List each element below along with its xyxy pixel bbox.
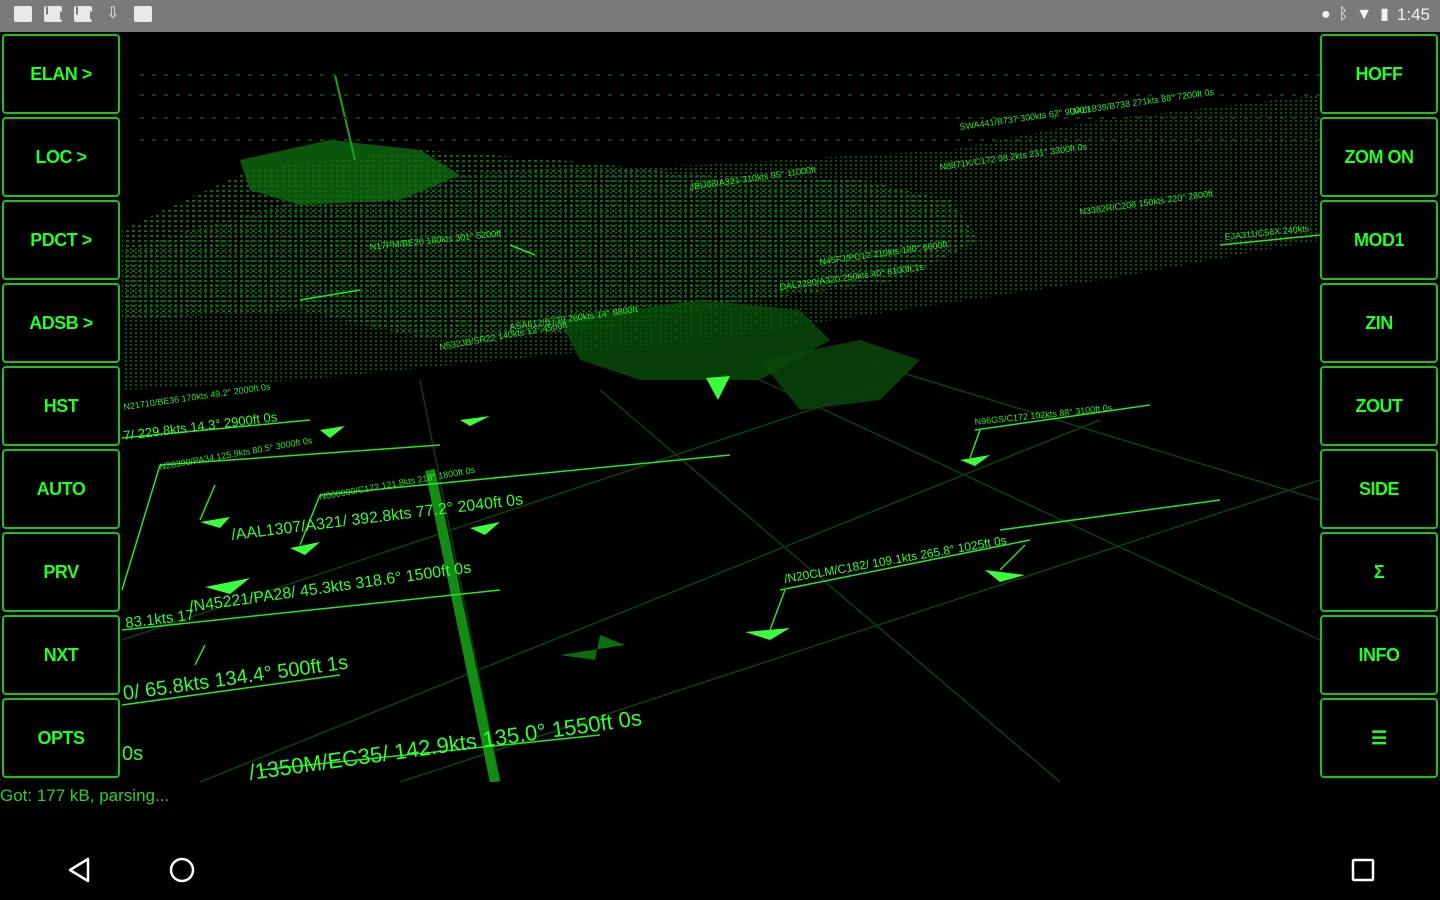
radar-scene-graphic: N8871K/C172 98.2kts 231° 3300ft 0s UAL18… (121, 74, 1321, 782)
mail-icon (44, 6, 62, 22)
system-icons: ● ᛒ ▼ ▮ 1:45 (1321, 5, 1430, 25)
side-button[interactable]: SIDE (1320, 449, 1438, 529)
pdct-button[interactable]: PDCT > (2, 200, 120, 280)
mail-icon (74, 6, 92, 22)
mod1-button[interactable]: MOD1 (1320, 200, 1438, 280)
app-icon (134, 6, 152, 22)
nxt-button[interactable]: NXT (2, 615, 120, 695)
clock: 1:45 (1396, 5, 1430, 24)
zoom-out-button[interactable]: ZOUT (1320, 366, 1438, 446)
recents-icon[interactable] (1350, 856, 1376, 884)
image-icon (14, 6, 32, 22)
aircraft-label: /AAL1307/A321/ 392.8kts 77.2° 2040ft 0s (230, 491, 524, 544)
info-button[interactable]: INFO (1320, 615, 1438, 695)
status-message: Got: 177 kB, parsing... (0, 786, 170, 805)
zoom-in-button[interactable]: ZIN (1320, 283, 1438, 363)
back-icon[interactable] (66, 856, 92, 884)
sigma-button[interactable]: Σ (1320, 532, 1438, 612)
adsb-button[interactable]: ADSB > (2, 283, 120, 363)
home-icon[interactable] (168, 856, 196, 884)
svg-text:N28390/PA34 125.9kts 80.5° 300: N28390/PA34 125.9kts 80.5° 3000ft 0s (159, 435, 314, 472)
aircraft-label: 83.1kts 17 (124, 607, 195, 632)
prv-button[interactable]: PRV (2, 532, 120, 612)
aircraft-label: 0s (122, 743, 143, 765)
aircraft-label: /N20CLM/C182/ 109.1kts 265.8° 1025ft 0s (783, 533, 1008, 586)
aircraft-label: 7/ 229.8kts 14.3° 2900ft 0s (123, 409, 279, 443)
notification-icons: ⇩ (14, 6, 152, 22)
hst-button[interactable]: HST (2, 366, 120, 446)
hoff-button[interactable]: HOFF (1320, 34, 1438, 114)
navigation-bar (0, 840, 1440, 900)
menu-button[interactable]: ☰ (1320, 698, 1438, 778)
svg-text:N000000/C172 121.8kts 218° 180: N000000/C172 121.8kts 218° 1800ft 0s (319, 465, 477, 502)
opts-button[interactable]: OPTS (2, 698, 120, 778)
zoom-on-button[interactable]: ZOM ON (1320, 117, 1438, 197)
loc-button[interactable]: LOC > (2, 117, 120, 197)
wifi-icon: ▼ (1356, 6, 1373, 23)
bluetooth-icon: ᛒ (1338, 6, 1349, 23)
location-icon: ● (1320, 6, 1331, 23)
radar-3d-view[interactable]: N8871K/C172 98.2kts 231° 3300ft 0s UAL18… (0, 32, 1440, 782)
aircraft-label: /1350M/EC35/ 142.9kts 135.0° 1550ft 0s (247, 705, 643, 782)
download-icon: ⇩ (106, 5, 120, 22)
status-bar: ⇩ ● ᛒ ▼ ▮ 1:45 (0, 0, 1440, 32)
auto-button[interactable]: AUTO (2, 449, 120, 529)
elan-button[interactable]: ELAN > (2, 34, 120, 114)
battery-icon: ▮ (1380, 6, 1389, 23)
